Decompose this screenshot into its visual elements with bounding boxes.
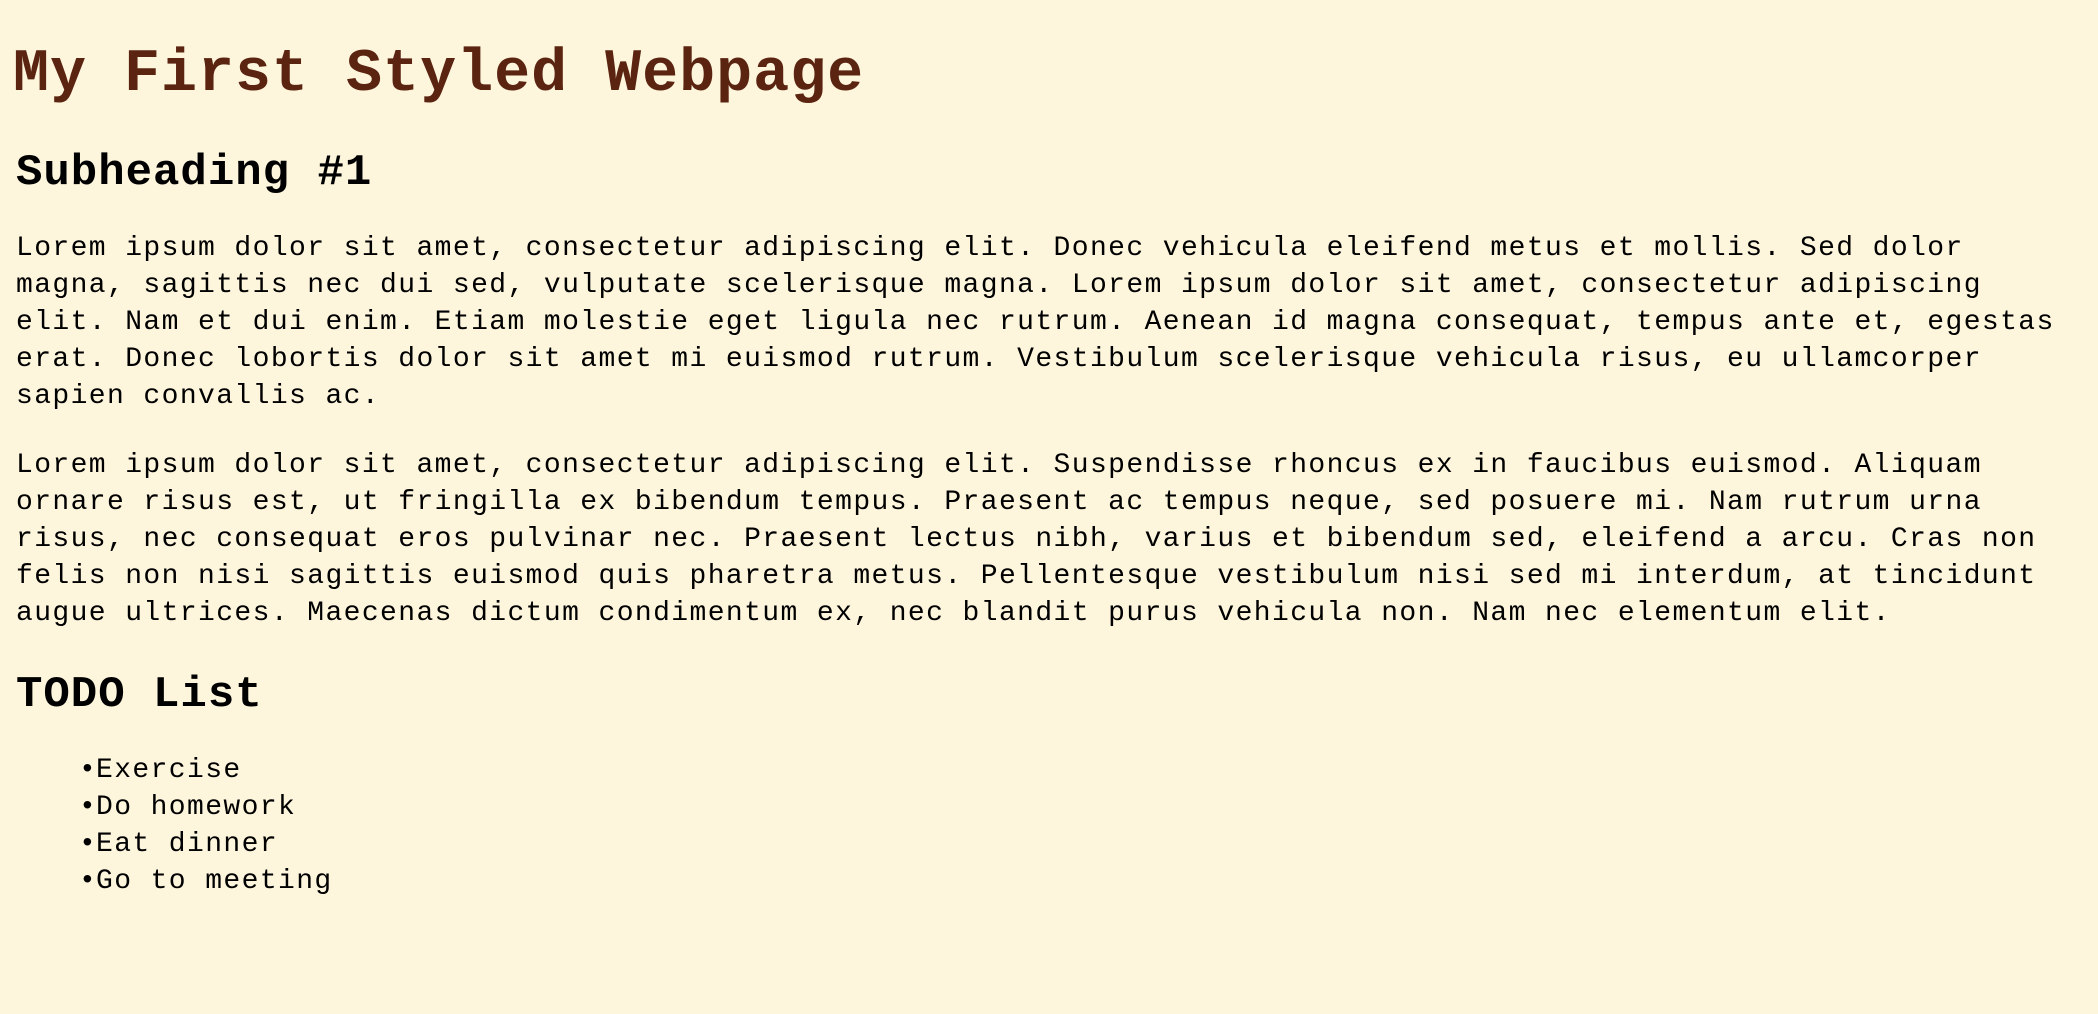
list-item: • Go to meeting	[79, 863, 2082, 900]
page-title: My First Styled Webpage	[13, 41, 865, 109]
todo-item-label: Eat dinner	[96, 829, 279, 860]
todo-item-label: Go to meeting	[96, 866, 333, 897]
paragraph-2: Lorem ipsum dolor sit amet, consectetur …	[16, 450, 2037, 629]
todo-item-label: Exercise	[96, 755, 242, 786]
paragraph-1: Lorem ipsum dolor sit amet, consectetur …	[16, 233, 2055, 412]
bullet-icon: •	[79, 866, 98, 897]
subheading-1: Subheading #1	[16, 148, 373, 198]
todo-item-label: Do homework	[96, 792, 297, 823]
list-item: • Eat dinner	[79, 826, 2082, 863]
list-item: • Exercise	[79, 752, 2082, 789]
bullet-icon: •	[79, 792, 98, 823]
bullet-icon: •	[79, 829, 98, 860]
list-item: • Do homework	[79, 789, 2082, 826]
bullet-icon: •	[79, 755, 98, 786]
todo-list: • Exercise • Do homework • Eat dinner • Go t…	[16, 752, 2082, 900]
todo-heading: TODO List	[16, 670, 263, 720]
page-content: My First Styled Webpage Subheading #1 Lo…	[0, 0, 2098, 900]
